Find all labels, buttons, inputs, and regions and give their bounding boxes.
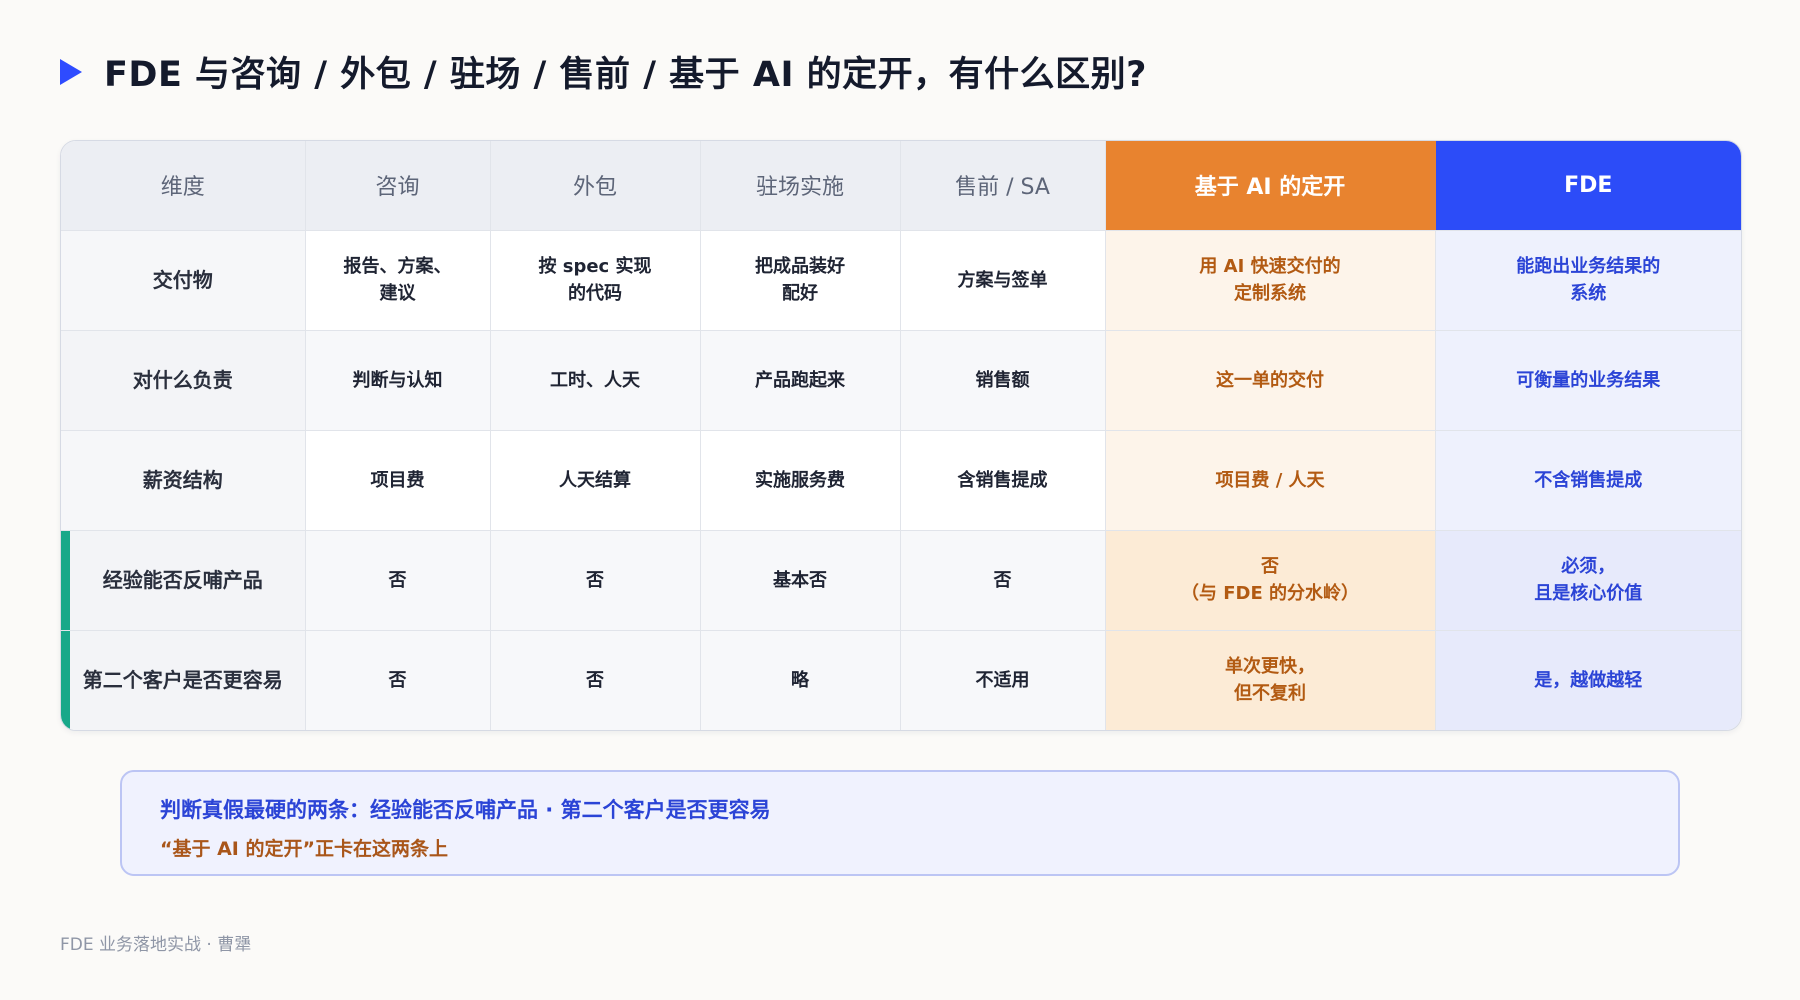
table-cell: 基本否 xyxy=(700,530,901,631)
table-cell-fde: 可衡量的业务结果 xyxy=(1435,330,1741,431)
table-cell: 略 xyxy=(700,630,901,730)
table-header-row: 维度 咨询 外包 驻场实施 售前 / SA 基于 AI 的定开 FDE xyxy=(61,141,1741,231)
table-cell: 否 xyxy=(900,530,1106,631)
table-row: 对什么负责 判断与认知 工时、人天 产品跑起来 销售额 这一单的交付 可衡量的业… xyxy=(61,330,1741,431)
table-cell-fde: 不含销售提成 xyxy=(1435,430,1741,531)
table-row: 薪资结构 项目费 人天结算 实施服务费 含销售提成 项目费 / 人天 不含销售提… xyxy=(61,430,1741,531)
callout-headline: 判断真假最硬的两条：经验能否反哺产品 · 第二个客户是否更容易 xyxy=(160,798,771,822)
table-cell: 实施服务费 xyxy=(700,430,901,531)
table-cell: 判断与认知 xyxy=(305,330,491,431)
play-triangle-icon xyxy=(60,58,82,85)
header-fde: FDE xyxy=(1435,141,1741,231)
table-cell-ai: 否 （与 FDE 的分水岭） xyxy=(1105,530,1436,631)
table-cell: 把成品装好 配好 xyxy=(700,230,901,331)
table-cell-fde: 能跑出业务结果的 系统 xyxy=(1435,230,1741,331)
header-outsourcing: 外包 xyxy=(490,141,701,231)
table-row: 交付物 报告、方案、 建议 按 spec 实现 的代码 把成品装好 配好 方案与… xyxy=(61,230,1741,331)
header-presales: 售前 / SA xyxy=(900,141,1106,231)
table-cell-fde: 是，越做越轻 xyxy=(1435,630,1741,730)
header-ai-custom: 基于 AI 的定开 xyxy=(1105,141,1436,231)
table-cell: 销售额 xyxy=(900,330,1106,431)
table-cell: 含销售提成 xyxy=(900,430,1106,531)
table-cell-ai: 用 AI 快速交付的 定制系统 xyxy=(1105,230,1436,331)
table-cell-ai: 单次更快， 但不复利 xyxy=(1105,630,1436,730)
comparison-table: 维度 咨询 外包 驻场实施 售前 / SA 基于 AI 的定开 FDE 交付物 … xyxy=(60,140,1742,731)
row-dimension-highlighted: 第二个客户是否更容易 xyxy=(61,630,306,730)
header-consulting: 咨询 xyxy=(305,141,491,231)
table-cell: 按 spec 实现 的代码 xyxy=(490,230,701,331)
row-dimension: 对什么负责 xyxy=(61,330,306,431)
table-cell: 否 xyxy=(490,530,701,631)
table-cell: 否 xyxy=(490,630,701,730)
table-cell: 否 xyxy=(305,530,491,631)
table-cell-ai: 项目费 / 人天 xyxy=(1105,430,1436,531)
table-cell: 工时、人天 xyxy=(490,330,701,431)
title-row: FDE 与咨询 / 外包 / 驻场 / 售前 / 基于 AI 的定开，有什么区别… xyxy=(60,46,1147,97)
table-row: 第二个客户是否更容易 否 否 略 不适用 单次更快， 但不复利 是，越做越轻 xyxy=(61,630,1741,730)
table-cell-ai: 这一单的交付 xyxy=(1105,330,1436,431)
table-cell: 方案与签单 xyxy=(900,230,1106,331)
callout-note: “基于 AI 的定开”正卡在这两条上 xyxy=(160,838,448,860)
table-cell-fde: 必须， 且是核心价值 xyxy=(1435,530,1741,631)
table-cell: 否 xyxy=(305,630,491,730)
footer-credit: FDE 业务落地实战 · 曹犟 xyxy=(60,935,252,955)
header-dimension: 维度 xyxy=(61,141,306,231)
row-dimension: 交付物 xyxy=(61,230,306,331)
header-onsite: 驻场实施 xyxy=(700,141,901,231)
row-dimension: 薪资结构 xyxy=(61,430,306,531)
table-cell: 报告、方案、 建议 xyxy=(305,230,491,331)
table-cell: 人天结算 xyxy=(490,430,701,531)
table-row: 经验能否反哺产品 否 否 基本否 否 否 （与 FDE 的分水岭） 必须， 且是… xyxy=(61,530,1741,631)
page-title: FDE 与咨询 / 外包 / 驻场 / 售前 / 基于 AI 的定开，有什么区别… xyxy=(104,55,1147,95)
row-dimension-highlighted: 经验能否反哺产品 xyxy=(61,530,306,631)
table-cell: 项目费 xyxy=(305,430,491,531)
table-cell: 产品跑起来 xyxy=(700,330,901,431)
table-cell: 不适用 xyxy=(900,630,1106,730)
key-takeaway-callout: 判断真假最硬的两条：经验能否反哺产品 · 第二个客户是否更容易 “基于 AI 的… xyxy=(120,770,1680,876)
